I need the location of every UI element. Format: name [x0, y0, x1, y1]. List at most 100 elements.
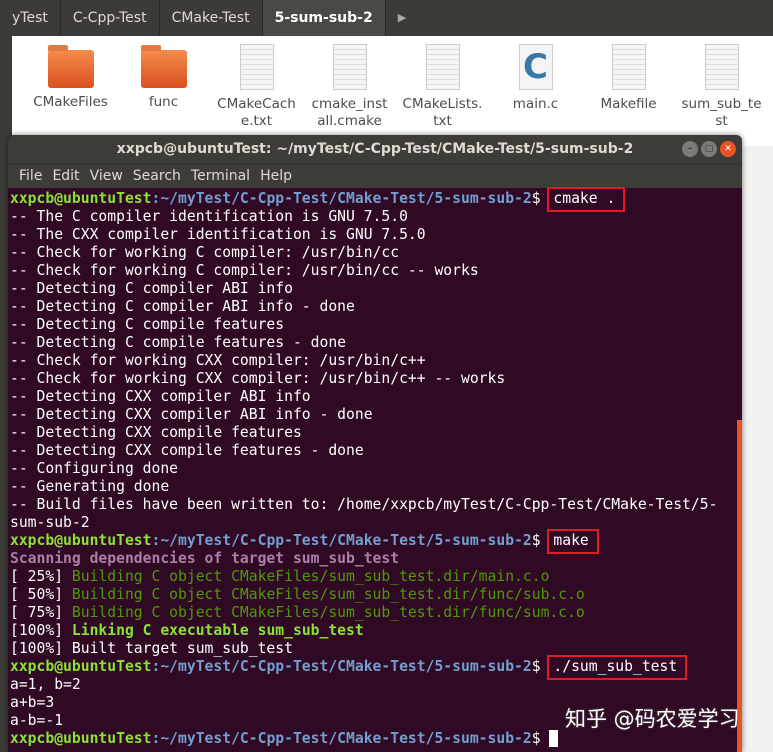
- prompt-path: :~/myTest/C-Cpp-Test/CMake-Test/5-sum-su…: [151, 190, 532, 207]
- file-item[interactable]: CMakeLists.txt: [396, 36, 489, 146]
- menu-terminal[interactable]: Terminal: [186, 164, 255, 188]
- build-text: Building C object CMakeFiles/sum_sub_tes…: [71, 604, 585, 621]
- program-output: a=1, b=2: [10, 676, 81, 693]
- file-item[interactable]: Cmain.c: [489, 36, 582, 146]
- folder-icon: [140, 45, 187, 88]
- terminal-line: -- Detecting CXX compile features - done: [10, 442, 742, 460]
- link-text: Linking C executable sum_sub_test: [71, 622, 364, 639]
- minimize-icon[interactable]: –: [682, 141, 698, 157]
- output-text: -- Detecting C compile features: [10, 316, 285, 333]
- terminal-line: [ 75%] Building C object CMakeFiles/sum_…: [10, 604, 742, 622]
- text-file-icon: [332, 44, 367, 90]
- output-text: -- Detecting CXX compiler ABI info: [10, 388, 311, 405]
- build-text: Building C object CMakeFiles/sum_sub_tes…: [71, 586, 585, 603]
- close-icon[interactable]: ✕: [720, 141, 736, 157]
- maximize-icon[interactable]: □: [701, 141, 717, 157]
- terminal-line: xxpcb@ubuntuTest:~/myTest/C-Cpp-Test/CMa…: [10, 187, 742, 212]
- build-text: Building C object CMakeFiles/sum_sub_tes…: [71, 568, 550, 585]
- terminal-line: sum-sub-2: [10, 514, 742, 532]
- file-name: CMakeFiles: [33, 94, 108, 110]
- menu-help[interactable]: Help: [255, 164, 297, 188]
- terminal-line: -- Detecting C compiler ABI info: [10, 280, 742, 298]
- terminal-line: [ 25%] Building C object CMakeFiles/sum_…: [10, 568, 742, 586]
- terminal-output[interactable]: xxpcb@ubuntuTest:~/myTest/C-Cpp-Test/CMa…: [8, 187, 742, 748]
- output-text: -- Generating done: [10, 478, 170, 495]
- terminal-line: -- Detecting CXX compiler ABI info: [10, 388, 742, 406]
- terminal-line: xxpcb@ubuntuTest:~/myTest/C-Cpp-Test/CMa…: [10, 529, 742, 554]
- terminal-line: xxpcb@ubuntuTest:~/myTest/C-Cpp-Test/CMa…: [10, 655, 742, 680]
- terminal-line: [ 50%] Building C object CMakeFiles/sum_…: [10, 586, 742, 604]
- file-item[interactable]: sum_sub_test: [675, 36, 768, 146]
- output-text: -- Configuring done: [10, 460, 179, 477]
- terminal-line: -- Check for working C compiler: /usr/bi…: [10, 262, 742, 280]
- file-item[interactable]: cmake_install.cmake: [303, 36, 396, 146]
- terminal-line: -- Detecting CXX compiler ABI info - don…: [10, 406, 742, 424]
- text-file-icon: [611, 44, 646, 90]
- highlighted-command: cmake .: [547, 187, 626, 212]
- terminal-line: a=1, b=2: [10, 676, 742, 694]
- terminal-line: [100%] Built target sum_sub_test: [10, 640, 742, 658]
- breadcrumb-c-cpp-test[interactable]: C-Cpp-Test: [61, 0, 160, 36]
- terminal-line: -- Generating done: [10, 478, 742, 496]
- build-percent: [ 50%]: [10, 586, 72, 603]
- output-text: -- Check for working CXX compiler: /usr/…: [10, 352, 426, 369]
- output-text: -- Detecting C compile features - done: [10, 334, 347, 351]
- file-name: CMakeLists.txt: [402, 96, 483, 129]
- prompt-user: xxpcb@ubuntuTest: [10, 532, 152, 549]
- terminal-line: Scanning dependencies of target sum_sub_…: [10, 550, 742, 568]
- terminal-line: -- Build files have been written to: /ho…: [10, 496, 742, 514]
- menu-file[interactable]: File: [14, 164, 47, 188]
- prompt-path: :~/myTest/C-Cpp-Test/CMake-Test/5-sum-su…: [151, 730, 532, 747]
- text-file-icon: [425, 44, 460, 90]
- menu-view[interactable]: View: [85, 164, 128, 188]
- c-source-icon: C: [518, 44, 553, 90]
- terminal-line: [100%] Linking C executable sum_sub_test: [10, 622, 742, 640]
- terminal-titlebar[interactable]: xxpcb@ubuntuTest: ~/myTest/C-Cpp-Test/CM…: [8, 135, 742, 163]
- output-text: sum-sub-2: [10, 514, 90, 531]
- terminal-line: -- Detecting C compiler ABI info - done: [10, 298, 742, 316]
- output-text: -- Detecting CXX compile features: [10, 424, 302, 441]
- file-grid: CMakeFiles func CMakeCache.txt cmake_instal…: [12, 36, 773, 146]
- terminal-line: -- The CXX compiler identification is GN…: [10, 226, 742, 244]
- output-text: -- The C compiler identification is GNU …: [10, 208, 408, 225]
- file-item[interactable]: func: [117, 36, 210, 146]
- terminal-cursor: [549, 730, 559, 747]
- prompt-symbol: $: [531, 190, 550, 207]
- prompt-user: xxpcb@ubuntuTest: [10, 730, 152, 747]
- file-item[interactable]: CMakeFiles: [24, 36, 117, 146]
- folder-icon: [47, 45, 94, 88]
- terminal-line: -- The C compiler identification is GNU …: [10, 208, 742, 226]
- text-file-icon: [239, 44, 274, 90]
- prompt-user: xxpcb@ubuntuTest: [10, 658, 152, 675]
- chevron-right-icon[interactable]: ▶: [386, 0, 418, 36]
- prompt-symbol: $: [531, 658, 550, 675]
- breadcrumb-5-sum-sub-2[interactable]: 5-sum-sub-2: [262, 0, 386, 36]
- terminal-line: -- Detecting C compile features - done: [10, 334, 742, 352]
- terminal-line: -- Check for working CXX compiler: /usr/…: [10, 370, 742, 388]
- output-text: -- Check for working C compiler: /usr/bi…: [10, 262, 479, 279]
- output-text: -- Detecting CXX compiler ABI info - don…: [10, 406, 373, 423]
- file-name: main.c: [512, 96, 559, 112]
- output-text: -- Build files have been written to: /ho…: [10, 496, 718, 513]
- scan-text: Scanning dependencies of target sum_sub_…: [10, 550, 400, 567]
- menu-search[interactable]: Search: [128, 164, 186, 188]
- prompt-symbol: $: [531, 730, 550, 747]
- file-name: sum_sub_test: [681, 96, 762, 129]
- output-text: -- Check for working C compiler: /usr/bi…: [10, 244, 400, 261]
- file-item[interactable]: CMakeCache.txt: [210, 36, 303, 146]
- prompt-path: :~/myTest/C-Cpp-Test/CMake-Test/5-sum-su…: [151, 658, 532, 675]
- breadcrumb-mytest[interactable]: yTest: [0, 0, 61, 36]
- prompt-path: :~/myTest/C-Cpp-Test/CMake-Test/5-sum-su…: [151, 532, 532, 549]
- terminal-window: xxpcb@ubuntuTest: ~/myTest/C-Cpp-Test/CM…: [8, 135, 742, 752]
- output-text: -- Check for working CXX compiler: /usr/…: [10, 370, 506, 387]
- path-bar: yTest C-Cpp-Test CMake-Test 5-sum-sub-2 …: [0, 0, 773, 36]
- menu-bar: File Edit View Search Terminal Help: [8, 163, 742, 188]
- build-percent: [ 75%]: [10, 604, 72, 621]
- menu-edit[interactable]: Edit: [47, 164, 84, 188]
- window-title: xxpcb@ubuntuTest: ~/myTest/C-Cpp-Test/CM…: [116, 141, 634, 157]
- output-text: [100%] Built target sum_sub_test: [10, 640, 293, 657]
- prompt-user: xxpcb@ubuntuTest: [10, 190, 152, 207]
- breadcrumb-cmake-test[interactable]: CMake-Test: [160, 0, 263, 36]
- highlighted-command: ./sum_sub_test: [547, 655, 688, 680]
- file-item[interactable]: Makefile: [582, 36, 675, 146]
